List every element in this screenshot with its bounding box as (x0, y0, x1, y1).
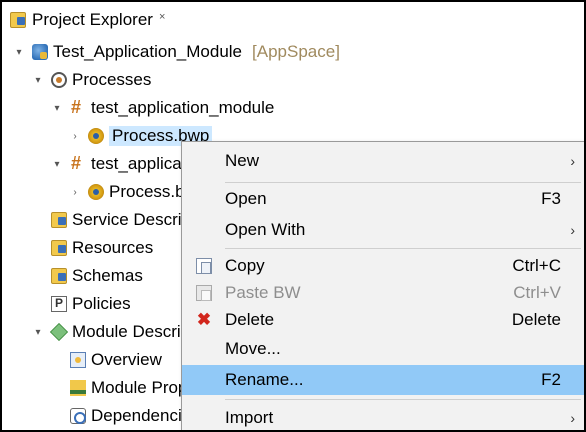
menu-item-new[interactable]: New › (182, 147, 584, 175)
menu-item-rename[interactable]: Rename... F2 (182, 365, 584, 395)
expand-toggle[interactable]: › (68, 129, 82, 143)
tree-item-processes[interactable]: ▾ Processes (31, 66, 151, 94)
submenu-arrow-icon: › (570, 410, 575, 426)
tree-item-label: Processes (72, 70, 152, 89)
module-icon (32, 44, 48, 60)
folder-icon (51, 268, 67, 284)
menu-item-label: Open (225, 189, 267, 208)
delete-icon: ✖ (196, 310, 212, 329)
submenu-arrow-icon: › (570, 153, 575, 169)
project-explorer-icon (10, 12, 26, 28)
package-icon (70, 153, 86, 174)
process-icon (88, 128, 104, 144)
menu-item-label: New (225, 151, 260, 170)
paste-icon (196, 285, 212, 301)
menu-item-label: Copy (225, 256, 265, 275)
tab-title: Project Explorer (32, 10, 153, 29)
tree-item-label: Policies (72, 294, 131, 313)
menu-item-label: Move... (225, 339, 281, 358)
folder-icon (51, 212, 67, 228)
expand-toggle[interactable]: ▾ (50, 101, 64, 115)
expand-toggle[interactable]: ▾ (50, 157, 64, 171)
view-tab-bar: Project Explorer × (2, 2, 584, 38)
project-explorer-tab[interactable]: Project Explorer × (2, 2, 173, 38)
tree-item-schemas[interactable]: Schemas (31, 262, 143, 290)
appspace-decoration: [AppSpace] (252, 42, 340, 61)
tree-item-label: Overview (91, 350, 162, 369)
menu-shortcut: F2 (541, 370, 561, 389)
expand-toggle[interactable]: ▾ (31, 73, 45, 87)
menu-item-label: Import (225, 408, 274, 427)
menu-item-paste-bw: Paste BW Ctrl+V (182, 279, 584, 307)
menu-shortcut: F3 (541, 189, 561, 208)
copy-icon (196, 258, 212, 274)
menu-separator (225, 182, 581, 183)
menu-shortcut: Delete (511, 310, 561, 329)
package-icon (70, 97, 86, 118)
processes-icon (51, 72, 67, 88)
menu-item-open-with[interactable]: Open With › (182, 216, 584, 244)
overview-icon (70, 352, 86, 368)
menu-separator (225, 399, 581, 400)
process-icon (88, 184, 104, 200)
dependencies-icon (70, 408, 86, 424)
descriptor-icon (49, 322, 69, 342)
tree-item-label: test_application_module (91, 98, 275, 117)
tree-item-label: Resources (72, 238, 154, 257)
menu-shortcut: Ctrl+C (512, 256, 561, 275)
menu-item-import[interactable]: Import › (182, 404, 584, 430)
menu-item-delete[interactable]: ✖ Delete Delete (182, 306, 584, 334)
module-properties-icon (70, 380, 86, 396)
tree-item-resources[interactable]: Resources (31, 234, 153, 262)
tree-item-overview[interactable]: Overview (50, 346, 162, 374)
menu-item-label: Open With (225, 220, 306, 239)
tree-item-package[interactable]: ▾ test_application_module (50, 94, 274, 122)
tree-item-label: Test_Application_Module (53, 42, 243, 61)
menu-separator (225, 248, 581, 249)
context-menu: New › Open F3 Open With › Copy Ctrl+C Pa… (181, 141, 584, 430)
tree-item-label: Schemas (72, 266, 143, 285)
submenu-arrow-icon: › (570, 222, 575, 238)
folder-icon (51, 240, 67, 256)
tree-item-dependencies[interactable]: Dependencies (50, 402, 200, 430)
menu-shortcut: Ctrl+V (513, 283, 561, 302)
expand-toggle[interactable]: › (68, 185, 82, 199)
menu-item-open[interactable]: Open F3 (182, 185, 584, 213)
menu-item-label: Rename... (225, 370, 304, 389)
tree-item-policies[interactable]: Policies (31, 290, 131, 318)
expand-toggle[interactable]: ▾ (12, 45, 26, 59)
menu-item-label: Delete (225, 310, 275, 329)
close-icon[interactable]: × (159, 11, 165, 23)
menu-item-label: Paste BW (225, 283, 301, 302)
tree-item-module[interactable]: ▾ Test_Application_Module [AppSpace] (12, 38, 340, 66)
expand-toggle[interactable]: ▾ (31, 325, 45, 339)
menu-item-copy[interactable]: Copy Ctrl+C (182, 252, 584, 280)
project-explorer-window: Project Explorer × ▾ Test_Application_Mo… (0, 0, 586, 432)
policy-icon (51, 296, 67, 312)
menu-item-move[interactable]: Move... (182, 335, 584, 363)
